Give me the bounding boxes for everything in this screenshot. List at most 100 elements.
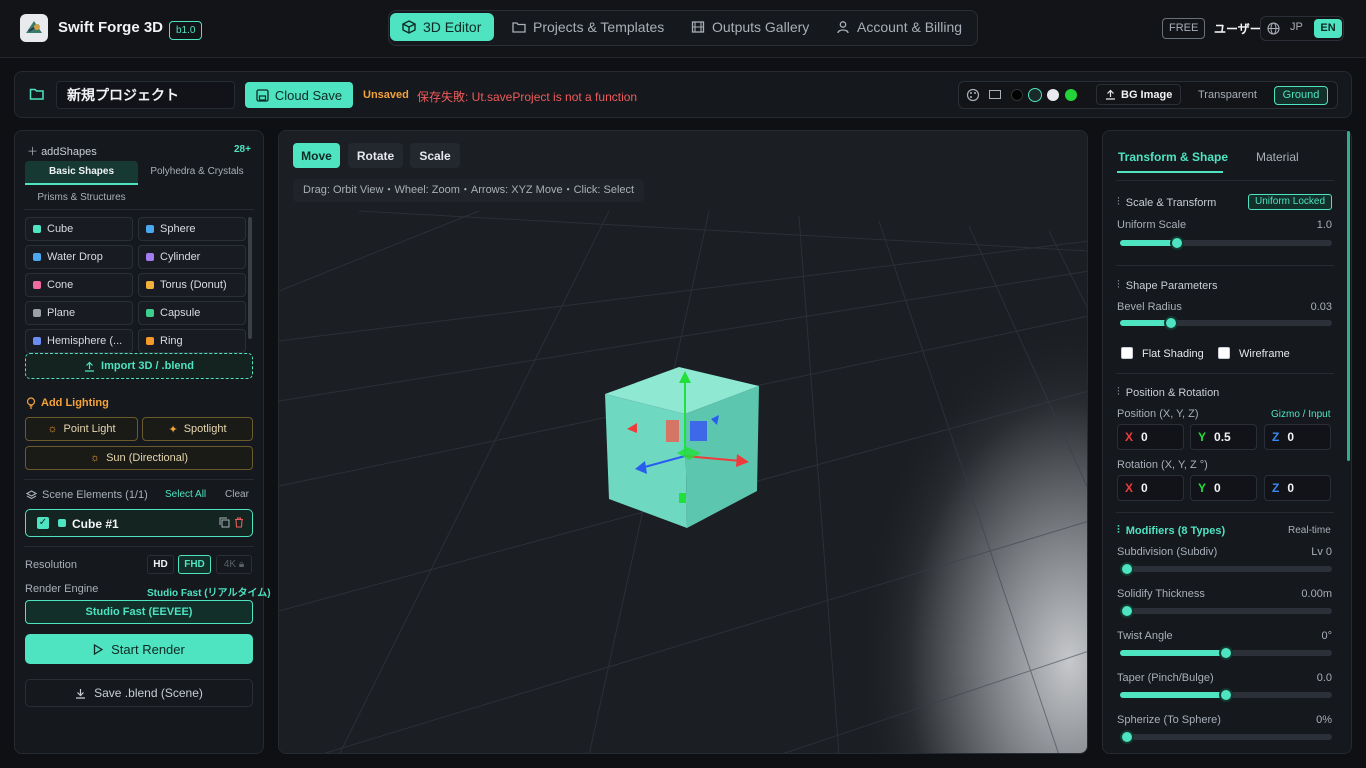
res-hd-button[interactable]: HD bbox=[147, 555, 174, 574]
rotation-x-input[interactable]: X0 bbox=[1117, 475, 1184, 501]
user-name[interactable]: ユーザー bbox=[1214, 20, 1262, 37]
right-panel-scrollbar[interactable] bbox=[1347, 131, 1350, 461]
shape-sphere-button[interactable]: Sphere bbox=[138, 217, 246, 241]
user-icon bbox=[837, 21, 849, 34]
scale-tool-button[interactable]: Scale bbox=[410, 143, 460, 168]
add-lighting-label: Add Lighting bbox=[41, 397, 109, 409]
shape-cone-button[interactable]: Cone bbox=[25, 273, 133, 297]
twist-slider[interactable] bbox=[1120, 646, 1332, 660]
play-icon bbox=[93, 643, 104, 655]
bg-swatch-green[interactable] bbox=[1065, 89, 1077, 101]
move-tool-button[interactable]: Move bbox=[293, 143, 340, 168]
rotation-y-value: 0 bbox=[1214, 481, 1221, 495]
shape-label: Cylinder bbox=[160, 251, 201, 263]
uniform-scale-slider[interactable] bbox=[1120, 236, 1332, 250]
uniform-locked-toggle[interactable]: Uniform Locked bbox=[1248, 194, 1332, 210]
res-fhd-button[interactable]: FHD bbox=[178, 555, 211, 574]
folder-open-icon[interactable] bbox=[29, 86, 45, 102]
solidify-slider[interactable] bbox=[1120, 604, 1332, 618]
slider-knob[interactable] bbox=[1170, 236, 1184, 250]
slider-knob[interactable] bbox=[1219, 688, 1233, 702]
bg-image-button[interactable]: BG Image bbox=[1096, 84, 1182, 105]
rotation-y-input[interactable]: Y0 bbox=[1190, 475, 1257, 501]
divider bbox=[24, 546, 254, 547]
tab-outputs-gallery[interactable]: Outputs Gallery bbox=[679, 13, 821, 41]
bg-swatch-dark[interactable] bbox=[1028, 88, 1042, 102]
slider-knob[interactable] bbox=[1120, 562, 1134, 576]
tab-transform-shape[interactable]: Transform & Shape bbox=[1118, 150, 1228, 164]
ground-toggle[interactable]: Ground bbox=[1274, 86, 1328, 105]
tab-prisms[interactable]: Prisms & Structures bbox=[25, 192, 138, 203]
copy-icon[interactable] bbox=[219, 517, 230, 528]
shape-params-label: Shape Parameters bbox=[1125, 279, 1218, 292]
cloud-save-button[interactable]: Cloud Save bbox=[245, 82, 353, 108]
wireframe-checkbox[interactable] bbox=[1218, 347, 1230, 359]
position-x-input[interactable]: X0 bbox=[1117, 424, 1184, 450]
bevel-radius-value: 0.03 bbox=[1310, 301, 1332, 313]
trash-icon[interactable] bbox=[234, 517, 244, 528]
spotlight-button[interactable]: ✦ Spotlight bbox=[142, 417, 253, 441]
shape-dot bbox=[33, 225, 41, 233]
shape-water-drop-button[interactable]: Water Drop bbox=[25, 245, 133, 269]
bg-swatch-white[interactable] bbox=[1047, 89, 1059, 101]
shape-torus-button[interactable]: Torus (Donut) bbox=[138, 273, 246, 297]
position-z-input[interactable]: Z0 bbox=[1264, 424, 1331, 450]
res-4k-button[interactable]: 4K 🔒︎ bbox=[216, 555, 252, 574]
uniform-scale-value: 1.0 bbox=[1316, 219, 1332, 231]
tab-projects-templates[interactable]: Projects & Templates bbox=[500, 13, 676, 41]
3d-viewport[interactable] bbox=[278, 130, 1088, 754]
scene-elements-label: Scene Elements (1/1) bbox=[42, 489, 148, 501]
start-render-button[interactable]: Start Render bbox=[25, 634, 253, 664]
shape-cube-button[interactable]: Cube bbox=[25, 217, 133, 241]
slider-knob[interactable] bbox=[1120, 730, 1134, 744]
app-logo[interactable] bbox=[20, 14, 48, 42]
slider-fill bbox=[1120, 650, 1226, 656]
scale-transform-title: ⫶ Scale & Transform bbox=[1117, 196, 1216, 209]
clear-button[interactable]: Clear bbox=[225, 489, 249, 500]
shape-plane-button[interactable]: Plane bbox=[25, 301, 133, 325]
shape-capsule-button[interactable]: Capsule bbox=[138, 301, 246, 325]
lang-en-button[interactable]: EN bbox=[1314, 19, 1342, 38]
divider bbox=[1116, 265, 1334, 266]
bg-swatch-black[interactable] bbox=[1011, 89, 1023, 101]
folder-icon bbox=[512, 22, 526, 33]
tab-3d-editor[interactable]: 3D Editor bbox=[390, 13, 494, 41]
import-3d-button[interactable]: Import 3D / .blend bbox=[25, 353, 253, 379]
shape-dot bbox=[146, 225, 154, 233]
tab-account-billing[interactable]: Account & Billing bbox=[824, 13, 974, 41]
slider-knob[interactable] bbox=[1164, 316, 1178, 330]
subdivision-slider[interactable] bbox=[1120, 562, 1332, 576]
tab-basic-shapes[interactable]: Basic Shapes bbox=[25, 161, 138, 185]
divider bbox=[24, 209, 254, 210]
rotate-tool-button[interactable]: Rotate bbox=[348, 143, 403, 168]
flat-shading-checkbox[interactable] bbox=[1121, 347, 1133, 359]
shape-hemisphere-button[interactable]: Hemisphere (... bbox=[25, 329, 133, 353]
render-engine-select[interactable]: Studio Fast (EEVEE) bbox=[25, 600, 253, 624]
slider-knob[interactable] bbox=[1219, 646, 1233, 660]
sun-light-button[interactable]: ☼ Sun (Directional) bbox=[25, 446, 253, 470]
project-name-input[interactable]: 新規プロジェクト bbox=[56, 81, 235, 109]
element-checkbox[interactable]: ✓ bbox=[37, 517, 49, 529]
rotation-z-input[interactable]: Z0 bbox=[1264, 475, 1331, 501]
point-light-button[interactable]: ☼ Point Light bbox=[25, 417, 138, 441]
save-blend-button[interactable]: Save .blend (Scene) bbox=[25, 679, 253, 707]
plan-badge: FREE bbox=[1162, 18, 1206, 39]
save-icon bbox=[256, 88, 269, 102]
shapes-scrollbar[interactable] bbox=[248, 217, 252, 339]
position-y-input[interactable]: Y 0.5 bbox=[1190, 424, 1257, 450]
frame-toggle[interactable] bbox=[989, 90, 1001, 99]
lang-jp-button[interactable]: JP bbox=[1290, 21, 1303, 33]
scene-canvas[interactable] bbox=[279, 131, 1088, 754]
shape-ring-button[interactable]: Ring bbox=[138, 329, 246, 353]
tab-material[interactable]: Material bbox=[1256, 150, 1299, 164]
tab-polyhedra[interactable]: Polyhedra & Crystals bbox=[141, 166, 253, 177]
taper-slider[interactable] bbox=[1120, 688, 1332, 702]
shape-cylinder-button[interactable]: Cylinder bbox=[138, 245, 246, 269]
bevel-radius-slider[interactable] bbox=[1120, 316, 1332, 330]
spherize-slider[interactable] bbox=[1120, 730, 1332, 744]
transparent-toggle[interactable]: Transparent bbox=[1198, 89, 1257, 101]
select-all-button[interactable]: Select All bbox=[165, 489, 206, 500]
slider-knob[interactable] bbox=[1120, 604, 1134, 618]
upload-icon bbox=[1106, 89, 1115, 100]
add-shapes-label: addShapes bbox=[41, 146, 97, 158]
